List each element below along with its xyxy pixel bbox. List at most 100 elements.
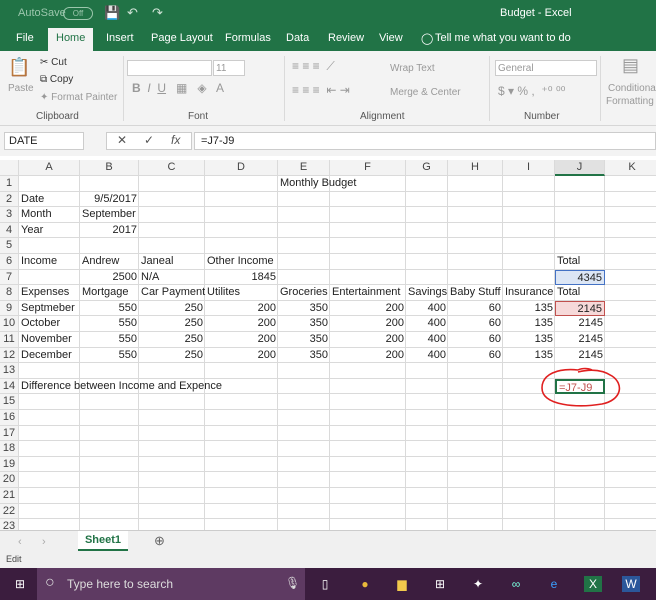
cell-G8[interactable]: Savings bbox=[406, 285, 448, 301]
cell-B19[interactable] bbox=[80, 456, 139, 473]
row-header-20[interactable]: 20 bbox=[0, 472, 19, 488]
cell-I17[interactable] bbox=[503, 425, 555, 442]
cell-E8[interactable]: Groceries bbox=[278, 285, 330, 301]
cell-H15[interactable] bbox=[448, 394, 503, 410]
cell-B17[interactable] bbox=[80, 425, 139, 442]
cell-E14[interactable] bbox=[278, 378, 330, 395]
cut-button[interactable]: ✂ Cut bbox=[40, 57, 67, 68]
cell-D7[interactable]: 1845 bbox=[205, 270, 278, 286]
cell-C21[interactable] bbox=[139, 488, 205, 504]
row-header-4[interactable]: 4 bbox=[0, 222, 19, 239]
cell-J22[interactable] bbox=[555, 503, 605, 520]
taskbar-search[interactable]: ○ Type here to search 🎙 bbox=[37, 568, 305, 600]
bold-icon[interactable]: B I U ▦ ◈ A bbox=[132, 81, 224, 95]
tab-page-layout[interactable]: Page Layout bbox=[151, 32, 213, 44]
cell-B22[interactable] bbox=[80, 503, 139, 520]
row-header-15[interactable]: 15 bbox=[0, 394, 19, 410]
cell-C10[interactable]: 250 bbox=[139, 316, 205, 332]
cell-C6[interactable]: Janeal bbox=[139, 254, 205, 270]
cell-C12[interactable]: 250 bbox=[139, 348, 205, 364]
cell-B12[interactable]: 550 bbox=[80, 348, 139, 364]
cell-K1[interactable] bbox=[605, 176, 656, 192]
cell-K10[interactable] bbox=[605, 316, 656, 332]
paste-button[interactable]: Paste bbox=[8, 83, 34, 94]
cell-I9[interactable]: 135 bbox=[503, 301, 555, 317]
insert-function-icon[interactable]: fx bbox=[171, 133, 180, 147]
cell-F6[interactable] bbox=[330, 254, 406, 270]
column-header-K[interactable]: K bbox=[605, 160, 656, 176]
cell-I16[interactable] bbox=[503, 410, 555, 426]
cell-B8[interactable]: Mortgage bbox=[80, 285, 139, 301]
column-header-I[interactable]: I bbox=[503, 160, 555, 176]
cell-K17[interactable] bbox=[605, 426, 656, 442]
row-header-2[interactable]: 2 bbox=[0, 191, 19, 208]
cell-I5[interactable] bbox=[503, 238, 555, 254]
cell-D15[interactable] bbox=[205, 394, 278, 410]
font-size-box[interactable]: 11 bbox=[213, 60, 245, 76]
cell-K21[interactable] bbox=[605, 488, 656, 504]
cell-E17[interactable] bbox=[278, 425, 330, 442]
cell-A5[interactable] bbox=[19, 238, 80, 254]
cell-E11[interactable]: 350 bbox=[278, 332, 330, 348]
sheet-tab-sheet1[interactable]: Sheet1 bbox=[78, 531, 128, 551]
tab-formulas[interactable]: Formulas bbox=[225, 32, 271, 44]
cell-G20[interactable] bbox=[406, 472, 448, 488]
cell-A21[interactable] bbox=[19, 488, 80, 504]
row-header-10[interactable]: 10 bbox=[0, 316, 19, 332]
tab-view[interactable]: View bbox=[379, 32, 403, 44]
align-horizontal-icons[interactable]: ≡ ≡ ≡ ⇤ ⇥ bbox=[292, 83, 350, 97]
cell-F13[interactable] bbox=[330, 363, 406, 379]
column-header-D[interactable]: D bbox=[205, 160, 278, 176]
word-taskbar-icon[interactable]: W bbox=[622, 576, 640, 592]
cell-D19[interactable] bbox=[205, 456, 278, 473]
cell-A13[interactable] bbox=[19, 363, 80, 379]
cell-H21[interactable] bbox=[448, 488, 503, 504]
cell-A1[interactable] bbox=[19, 176, 80, 192]
microphone-icon[interactable]: 🎙 bbox=[285, 576, 300, 590]
cell-C5[interactable] bbox=[139, 238, 205, 254]
cell-G6[interactable] bbox=[406, 254, 448, 270]
cell-K22[interactable] bbox=[605, 504, 656, 520]
row-header-18[interactable]: 18 bbox=[0, 441, 19, 457]
cell-B1[interactable] bbox=[80, 176, 139, 192]
dropbox-icon[interactable]: ✦ bbox=[470, 576, 486, 592]
cell-K5[interactable] bbox=[605, 238, 656, 254]
row-header-6[interactable]: 6 bbox=[0, 254, 19, 270]
cell-E21[interactable] bbox=[278, 488, 330, 504]
cell-I20[interactable] bbox=[503, 472, 555, 488]
cell-I11[interactable]: 135 bbox=[503, 332, 555, 348]
cell-F11[interactable]: 200 bbox=[330, 332, 406, 348]
cell-J4[interactable] bbox=[555, 222, 605, 239]
cell-H10[interactable]: 60 bbox=[448, 316, 503, 332]
cell-G14[interactable] bbox=[406, 378, 448, 395]
cell-B5[interactable] bbox=[80, 238, 139, 254]
cell-F19[interactable] bbox=[330, 456, 406, 473]
cell-K8[interactable] bbox=[605, 285, 656, 301]
cell-C9[interactable]: 250 bbox=[139, 301, 205, 317]
cell-J18[interactable] bbox=[555, 441, 605, 457]
tab-review[interactable]: Review bbox=[328, 32, 364, 44]
tab-insert[interactable]: Insert bbox=[106, 32, 134, 44]
row-header-22[interactable]: 22 bbox=[0, 503, 19, 520]
cell-B7[interactable]: 2500 bbox=[80, 270, 139, 286]
align-icons[interactable]: ≡ ≡ ≡ ⟋ bbox=[292, 59, 335, 74]
cell-G15[interactable] bbox=[406, 394, 448, 410]
cell-K19[interactable] bbox=[605, 457, 656, 473]
cell-G9[interactable]: 400 bbox=[406, 301, 448, 317]
cell-E7[interactable] bbox=[278, 269, 330, 286]
cell-D3[interactable] bbox=[205, 207, 278, 223]
formula-input[interactable]: =J7-J9 bbox=[194, 132, 656, 150]
cell-D11[interactable]: 200 bbox=[205, 332, 278, 348]
cell-G11[interactable]: 400 bbox=[406, 332, 448, 348]
cell-H14[interactable] bbox=[448, 378, 503, 395]
cell-F18[interactable] bbox=[330, 441, 406, 457]
conditional-formatting-icon[interactable]: ▤ bbox=[622, 55, 639, 76]
conditional-formatting-button[interactable]: Conditional bbox=[608, 83, 656, 94]
cell-F8[interactable]: Entertainment bbox=[330, 285, 406, 301]
row-header-11[interactable]: 11 bbox=[0, 332, 19, 348]
cell-A6[interactable]: Income bbox=[19, 254, 80, 270]
cell-B10[interactable]: 550 bbox=[80, 316, 139, 332]
cell-H20[interactable] bbox=[448, 472, 503, 488]
task-view-icon[interactable]: ▯ bbox=[317, 576, 333, 592]
cell-K12[interactable] bbox=[605, 348, 656, 364]
